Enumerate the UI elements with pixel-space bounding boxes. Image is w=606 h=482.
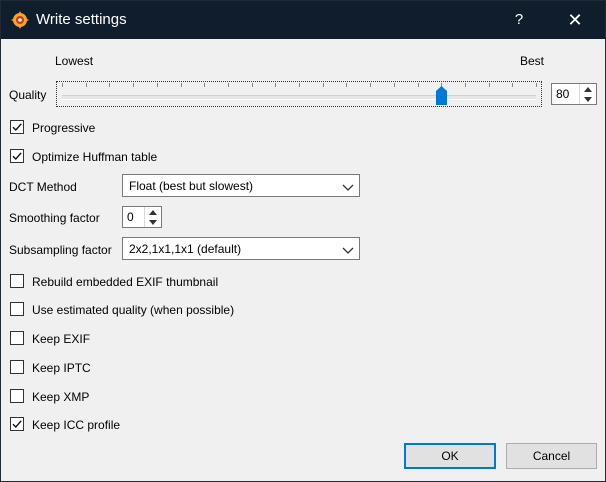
progressive-checkbox[interactable]: [10, 120, 24, 134]
close-button[interactable]: ✕: [557, 1, 593, 39]
slider-tick: [228, 83, 229, 87]
smoothing-factor-value[interactable]: 0: [127, 210, 134, 224]
keep-iptc-checkbox[interactable]: [10, 360, 24, 374]
chevron-down-icon: [342, 181, 354, 191]
slider-tick: [370, 83, 371, 87]
rebuild-exif-thumbnail-label[interactable]: Rebuild embedded EXIF thumbnail: [32, 275, 218, 289]
quality-value[interactable]: 80: [556, 87, 569, 101]
cancel-button[interactable]: Cancel: [506, 443, 597, 469]
slider-tick: [536, 83, 537, 87]
rebuild-exif-thumbnail-checkbox[interactable]: [10, 274, 24, 288]
keep-exif-checkbox[interactable]: [10, 331, 24, 345]
slider-tick: [418, 83, 419, 87]
slider-tick: [252, 83, 253, 87]
slider-tick: [346, 83, 347, 87]
dct-method-label: DCT Method: [9, 180, 77, 194]
dct-method-select[interactable]: Float (best but slowest): [122, 174, 360, 197]
slider-tick: [62, 83, 63, 87]
quality-min-label: Lowest: [55, 54, 94, 68]
smoothing-factor-label: Smoothing factor: [9, 211, 100, 225]
slider-tick: [157, 83, 158, 87]
help-button[interactable]: ?: [501, 1, 537, 39]
keep-exif-label[interactable]: Keep EXIF: [32, 332, 90, 346]
slider-tick: [204, 83, 205, 87]
keep-icc-profile-label[interactable]: Keep ICC profile: [32, 418, 120, 432]
xnview-icon: [10, 10, 30, 30]
chevron-down-icon: [342, 244, 354, 254]
quality-slider[interactable]: [56, 81, 542, 107]
slider-tick: [299, 83, 300, 87]
title-bar: Write settings ? ✕: [1, 1, 605, 39]
slider-tick: [181, 83, 182, 87]
quality-down-arrow-icon[interactable]: [580, 94, 596, 104]
quality-spinbox[interactable]: 80: [551, 83, 597, 105]
ok-button[interactable]: OK: [404, 443, 496, 469]
keep-xmp-checkbox[interactable]: [10, 389, 24, 403]
subsampling-factor-select[interactable]: 2x2,1x1,1x1 (default): [122, 237, 360, 260]
smoothing-up-arrow-icon[interactable]: [145, 207, 161, 217]
smoothing-down-arrow-icon[interactable]: [145, 217, 161, 227]
slider-tick: [109, 83, 110, 87]
checkmark-icon: [12, 123, 22, 132]
estimated-quality-checkbox[interactable]: [10, 302, 24, 316]
optimize-huffman-checkbox[interactable]: [10, 149, 24, 163]
slider-tick: [86, 83, 87, 87]
keep-icc-profile-checkbox[interactable]: [10, 417, 24, 431]
quality-label: Quality: [9, 88, 47, 102]
smoothing-factor-spinbox[interactable]: 0: [122, 206, 162, 228]
subsampling-factor-label: Subsampling factor: [9, 243, 112, 257]
keep-iptc-label[interactable]: Keep IPTC: [32, 361, 91, 375]
subsampling-factor-value: 2x2,1x1,1x1 (default): [129, 242, 242, 256]
keep-xmp-label[interactable]: Keep XMP: [32, 390, 89, 404]
checkmark-icon: [12, 420, 22, 429]
slider-tick: [394, 83, 395, 87]
optimize-huffman-label[interactable]: Optimize Huffman table: [32, 150, 157, 164]
slider-tick: [133, 83, 134, 87]
progressive-label[interactable]: Progressive: [32, 121, 95, 135]
slider-tick: [465, 83, 466, 87]
dct-method-value: Float (best but slowest): [129, 179, 254, 193]
checkmark-icon: [12, 152, 22, 161]
quality-up-arrow-icon[interactable]: [580, 84, 596, 94]
quality-max-label: Best: [520, 54, 545, 68]
slider-tick: [323, 83, 324, 87]
slider-tick: [489, 83, 490, 87]
slider-tick: [512, 83, 513, 87]
slider-track: [62, 95, 536, 100]
estimated-quality-label[interactable]: Use estimated quality (when possible): [32, 303, 234, 317]
slider-tick: [275, 83, 276, 87]
window-title: Write settings: [36, 11, 127, 28]
write-settings-dialog: Write settings ? ✕ Lowest Best Quality 8…: [0, 0, 606, 482]
slider-thumb[interactable]: [436, 86, 447, 105]
